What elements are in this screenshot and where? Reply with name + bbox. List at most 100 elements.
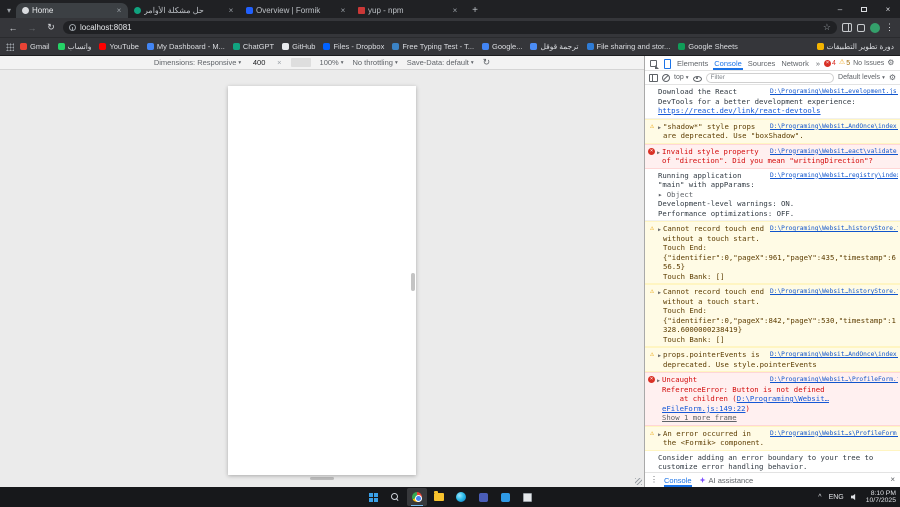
issues-indicator[interactable]: No Issues: [853, 60, 884, 67]
browser-tab[interactable]: Home ×: [16, 3, 128, 18]
save-data-select[interactable]: Save-Data: default ▾: [407, 58, 474, 67]
rotate-viewport-icon[interactable]: ↻: [483, 58, 491, 67]
console-source-link[interactable]: D:\Programing\Websit…eact\validate.js:48: [770, 147, 898, 157]
back-icon[interactable]: ←: [6, 21, 20, 35]
console-link[interactable]: https://react.dev/link/react-devtools: [658, 106, 821, 115]
console-source-link[interactable]: D:\Programing\Websit…registry\index.js:7…: [770, 171, 898, 181]
bookmark-item[interactable]: YouTube: [99, 42, 139, 51]
devtools-tab-elements[interactable]: Elements: [674, 56, 711, 70]
bookmark-item[interactable]: My Dashboard - M...: [146, 42, 225, 51]
bookmark-item-right[interactable]: دورة تطوير التطبيقات: [816, 42, 894, 51]
console-source-link[interactable]: D:\Programing\Websit…\ProfileForm.js:149: [770, 375, 898, 385]
new-tab-button[interactable]: +: [468, 3, 482, 17]
address-bar[interactable]: localhost:8081 ☆: [63, 21, 837, 34]
bookmark-item[interactable]: ترجمة قوقل: [530, 42, 579, 51]
console-error-count[interactable]: × 4: [824, 59, 836, 67]
bookmark-item[interactable]: GitHub: [282, 42, 315, 51]
height-input[interactable]: [290, 58, 311, 67]
clear-console-icon[interactable]: [662, 73, 670, 82]
taskbar-chrome-icon[interactable]: [407, 488, 427, 506]
console-sidebar-icon[interactable]: [649, 73, 658, 82]
console-source-link[interactable]: D:\Programing\Websit…evelopment.js:24868: [770, 87, 898, 97]
width-input[interactable]: 400: [250, 58, 268, 67]
drawer-tab-ai-assistance[interactable]: AI assistance: [699, 473, 753, 487]
expand-caret-icon[interactable]: ▶: [658, 226, 661, 236]
console-source-link[interactable]: D:\Programing\Websit…historyStore.js:104: [770, 224, 898, 234]
bookmark-item[interactable]: Gmail: [20, 42, 50, 51]
bookmark-item[interactable]: Free Typing Test - T...: [392, 42, 474, 51]
taskbar-edge-icon[interactable]: [451, 488, 471, 506]
more-panels-icon[interactable]: »: [814, 59, 822, 68]
tab-search-icon[interactable]: ▾: [2, 3, 16, 18]
bookmark-item[interactable]: File sharing and stor...: [586, 42, 670, 51]
bookmark-item[interactable]: واتساب: [57, 42, 91, 51]
url-text[interactable]: localhost:8081: [80, 23, 819, 32]
expand-caret-icon[interactable]: ▶: [658, 289, 661, 299]
profile-avatar[interactable]: [870, 22, 880, 33]
side-panel-icon[interactable]: [842, 23, 852, 32]
browser-tab[interactable]: yup - npm ×: [352, 3, 464, 18]
expand-caret-icon[interactable]: ▶: [657, 149, 660, 159]
drawer-close-icon[interactable]: ×: [890, 476, 895, 484]
site-info-icon[interactable]: [69, 24, 76, 31]
expand-caret-icon[interactable]: ▶: [657, 377, 660, 387]
zoom-select[interactable]: 100% ▾: [320, 58, 344, 67]
console-source-link[interactable]: D:\Programing\Websit…historyStore.js:104: [770, 287, 898, 297]
browser-menu-icon[interactable]: ⋮: [885, 23, 894, 32]
settings-gear-icon[interactable]: ⚙: [887, 59, 894, 67]
devtools-tab-network[interactable]: Network: [778, 56, 812, 70]
volume-icon[interactable]: [850, 493, 856, 501]
apps-grid-icon[interactable]: [6, 42, 14, 51]
expand-caret-icon[interactable]: ▶: [658, 352, 661, 362]
expand-caret-icon[interactable]: ▶: [658, 431, 661, 441]
close-window-button[interactable]: ×: [876, 0, 900, 18]
inspect-element-icon[interactable]: [648, 58, 659, 69]
browser-tab[interactable]: حل مشكلة الأوامر ×: [128, 3, 240, 18]
viewport-scrollbar[interactable]: [411, 273, 415, 291]
taskbar-clock[interactable]: 8:10 PM 10/7/2025: [866, 490, 896, 505]
console-source-link[interactable]: D:\Programing\Websit…AndOnce\index.js:26: [770, 350, 898, 360]
bookmark-item[interactable]: Files - Dropbox: [323, 42, 384, 51]
forward-icon[interactable]: →: [25, 21, 39, 35]
stack-toggle-link[interactable]: Show 1 more frame: [662, 413, 737, 422]
resize-grip[interactable]: [635, 478, 642, 485]
taskbar-windows-icon[interactable]: [363, 488, 383, 506]
console-settings-icon[interactable]: ⚙: [889, 73, 896, 82]
taskbar-vscode-icon[interactable]: [495, 488, 515, 506]
device-viewport[interactable]: [228, 86, 416, 475]
tab-close-icon[interactable]: ×: [450, 6, 460, 16]
devtools-tab-console[interactable]: Console: [711, 56, 745, 70]
dimensions-select[interactable]: Dimensions: Responsive ▾: [154, 58, 241, 67]
throttling-select[interactable]: No throttling ▾: [353, 58, 398, 67]
language-indicator[interactable]: ENG: [829, 494, 844, 501]
bookmark-item[interactable]: Google...: [482, 42, 522, 51]
minimize-button[interactable]: –: [828, 0, 852, 18]
horizontal-scrollbar[interactable]: [310, 477, 334, 480]
bookmark-item[interactable]: Google Sheets: [678, 42, 738, 51]
tab-close-icon[interactable]: ×: [114, 6, 124, 16]
console-source-link[interactable]: D:\Programing\Websit…AndOnce\index.js:26: [770, 122, 898, 132]
live-expression-icon[interactable]: [693, 73, 702, 82]
taskbar-app-gray-icon[interactable]: [517, 488, 537, 506]
drawer-tab-console[interactable]: Console: [664, 473, 692, 487]
taskbar-search-icon[interactable]: [385, 488, 405, 506]
execution-context-select[interactable]: top ▾: [674, 74, 689, 81]
refresh-icon[interactable]: ↻: [44, 21, 58, 35]
taskbar-app-navy-icon[interactable]: [473, 488, 493, 506]
expand-caret-icon[interactable]: ▶: [658, 124, 661, 134]
bookmark-star-icon[interactable]: ☆: [823, 23, 831, 32]
taskbar-explorer-icon[interactable]: [429, 488, 449, 506]
log-levels-select[interactable]: Default levels ▾: [838, 74, 885, 81]
tab-close-icon[interactable]: ×: [338, 6, 348, 16]
device-toolbar-toggle-icon[interactable]: [661, 58, 672, 69]
extensions-icon[interactable]: [857, 23, 865, 32]
console-warning-count[interactable]: ⚠ 5: [839, 59, 850, 67]
bookmark-item[interactable]: ChatGPT: [232, 42, 274, 51]
tab-close-icon[interactable]: ×: [226, 6, 236, 16]
console-filter-input[interactable]: [705, 72, 835, 83]
tray-expand-icon[interactable]: ^: [818, 494, 821, 501]
devtools-tab-sources[interactable]: Sources: [745, 56, 779, 70]
maximize-button[interactable]: [852, 0, 876, 18]
console-source-link[interactable]: D:\Programing\Websit…s\ProfileForm.js:48: [770, 429, 898, 439]
browser-tab[interactable]: Overview | Formik ×: [240, 3, 352, 18]
